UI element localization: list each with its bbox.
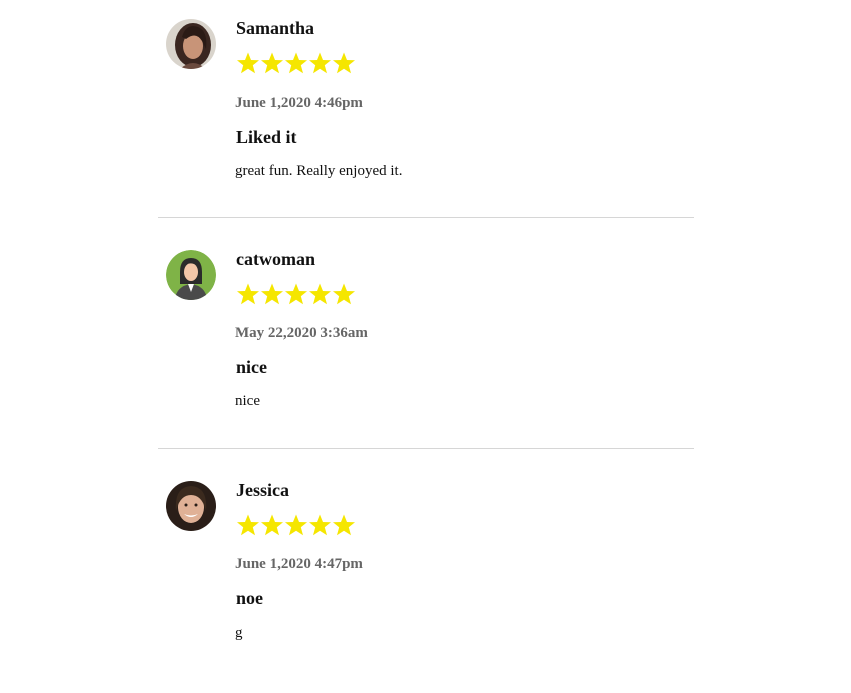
review-item: catwoman May 22,2020 3:36am nice nice <box>158 231 694 462</box>
star-icon <box>237 283 259 305</box>
reviewer-name: catwoman <box>236 249 315 269</box>
star-icon <box>261 514 283 536</box>
review-text: g <box>235 625 243 641</box>
reviewer-name: Jessica <box>236 480 289 500</box>
avatar <box>166 481 216 531</box>
star-icon <box>309 52 331 74</box>
review-title: nice <box>236 357 267 377</box>
star-icon <box>285 52 307 74</box>
reviewer-name: Samantha <box>236 18 315 38</box>
review-title: noe <box>236 588 263 608</box>
review-text: great fun. Really enjoyed it. <box>235 163 403 179</box>
review-date: June 1,2020 4:46pm <box>235 95 363 111</box>
divider <box>158 217 694 218</box>
avatar <box>166 250 216 300</box>
review-item: Jessica June 1,2020 4:47pm noe g <box>158 462 694 693</box>
star-rating <box>236 282 356 308</box>
star-icon <box>333 514 355 536</box>
star-icon <box>261 283 283 305</box>
user-photo-avatar-icon <box>166 481 216 531</box>
review-text: nice <box>235 393 260 409</box>
review-date: May 22,2020 3:36am <box>235 325 368 341</box>
avatar <box>166 19 216 69</box>
star-icon <box>333 283 355 305</box>
star-icon <box>261 52 283 74</box>
divider <box>158 448 694 449</box>
star-icon <box>285 514 307 536</box>
star-icon <box>237 52 259 74</box>
star-icon <box>237 514 259 536</box>
star-icon <box>333 52 355 74</box>
star-icon <box>309 514 331 536</box>
review-date: June 1,2020 4:47pm <box>235 556 363 572</box>
user-illustration-avatar-icon <box>166 250 216 300</box>
review-title: Liked it <box>236 127 297 147</box>
user-photo-avatar-icon <box>166 19 216 69</box>
star-icon <box>309 283 331 305</box>
star-icon <box>285 283 307 305</box>
star-rating <box>236 51 356 77</box>
review-item: Samantha June 1,2020 4:46pm Liked it gre… <box>158 0 694 231</box>
star-rating <box>236 513 356 539</box>
